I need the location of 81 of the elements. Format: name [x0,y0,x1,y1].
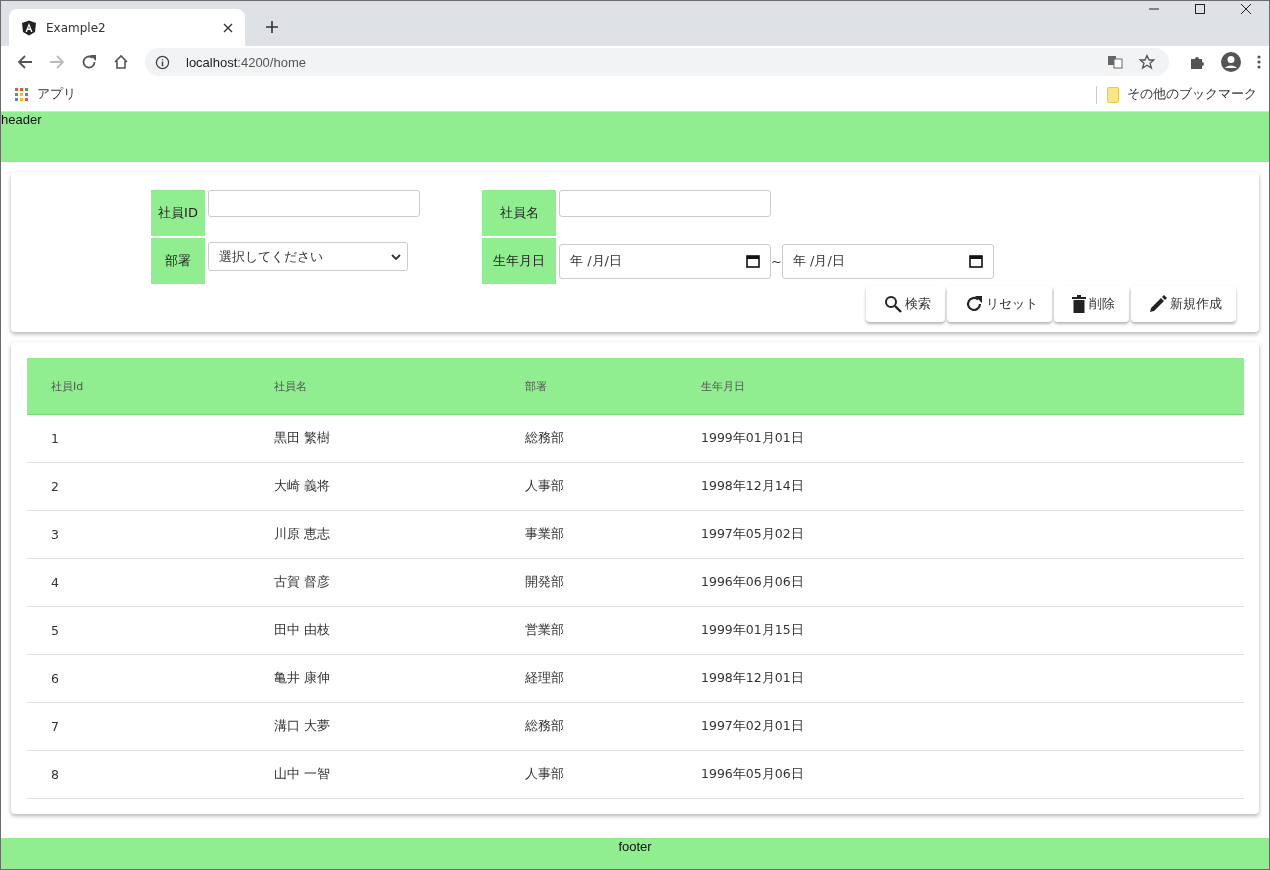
pencil-icon [1149,295,1167,313]
range-separator: ~ [771,253,782,269]
account-icon[interactable] [1221,52,1241,72]
table-cell-text: 経理部 [525,670,565,687]
chevron-icon [391,253,401,260]
home-icon[interactable] [113,54,129,70]
table-cell-text: 人事部 [525,766,565,783]
column-header: 部署 [525,378,548,394]
delete-button[interactable]: 削除 [1054,286,1129,322]
star-icon[interactable] [1139,54,1155,70]
info-icon [155,54,170,70]
table-cell: 1996年05月06日 [701,766,804,783]
browser-tab[interactable]: Example2 [9,9,245,46]
footer-text: footer [618,839,652,856]
close-icon[interactable] [1240,3,1252,15]
table-cell-text: 6 [50,671,60,686]
header-text: header [1,112,42,127]
calendar-icon [968,254,983,268]
new-tab-icon[interactable] [265,20,279,34]
puzzle-icon[interactable] [1189,54,1205,70]
table-cell: 1996年06月06日 [701,574,804,591]
field-label: 社員ID [151,190,205,236]
table-cell-text: 8 [50,767,60,782]
table-cell-text: 開発部 [525,574,565,591]
input-field[interactable] [208,190,420,217]
column-header: 社員名 [274,378,308,394]
table-cell-text: 4 [50,575,60,590]
url-text: localhost:4200/home [186,54,306,70]
close-icon[interactable] [223,22,233,33]
search-icon [884,295,902,313]
reload-icon[interactable] [81,54,97,70]
table-cell-text: 事業部 [525,526,565,543]
apps-grid-icon [15,87,29,102]
table-cell-text: 3 [50,527,60,542]
field-label: 社員名 [482,190,556,236]
back-icon[interactable] [17,54,33,70]
other-bookmarks[interactable]: その他のブックマーク [1107,86,1257,103]
column-header: 生年月日 [701,378,745,394]
table-cell: 1998年12月14日 [701,478,804,495]
tab-title: Example2 [46,20,107,35]
table-cell-text: 総務部 [525,430,565,447]
table-cell-text: 黒田 繁樹 [274,430,331,447]
field-label: 部署 [151,238,205,284]
table-cell-text: 川原 恵志 [274,526,331,543]
table-cell-text: 2 [50,479,60,494]
table-cell-text: 5 [50,623,60,638]
maximize-icon[interactable] [1194,3,1206,15]
table-cell-text: 総務部 [525,718,565,735]
translate-icon[interactable] [1107,54,1123,70]
table-cell-text: 営業部 [525,622,565,639]
search-button[interactable]: 検索 [866,286,945,322]
table-cell-text: 亀井 康伸 [274,670,331,687]
table-cell: 1999年01月15日 [701,622,804,639]
table-cell-text: 1 [50,431,60,446]
address-bar[interactable]: localhost:4200/home [145,48,1169,76]
select-dropdown[interactable]: 選択してください [208,242,408,271]
table-cell: 1997年02月01日 [701,718,804,735]
table-cell-text: 7 [50,719,60,734]
apps-bookmark[interactable]: アプリ [15,86,76,103]
reset-button[interactable]: リセット [947,286,1052,322]
trash-icon [1072,295,1086,313]
create-button[interactable]: 新規作成 [1131,286,1236,322]
table-cell: 1997年05月02日 [701,526,804,543]
table-cell: 1999年01月01日 [701,430,804,447]
calendar-icon [746,254,760,268]
table-cell-text: 人事部 [525,478,565,495]
shield-logo-icon [21,19,37,36]
folder-icon [1107,86,1119,103]
menu-icon[interactable] [1257,54,1261,70]
column-header: 社員Id [50,378,85,394]
table-cell-text: 田中 由枝 [274,622,331,639]
table-cell-text: 山中 一智 [274,766,331,783]
date-field[interactable]: 年 /月/日 [781,243,994,279]
date-field[interactable]: 年 /月/日 [559,243,771,279]
table-cell-text: 溝口 大夢 [274,718,331,735]
input-field[interactable] [559,190,771,217]
table-cell-text: 大崎 義将 [274,478,331,495]
table-cell: 1998年12月01日 [701,670,804,687]
field-label: 生年月日 [482,238,556,284]
refresh-icon [965,295,983,313]
table-cell-text: 古賀 督彦 [274,574,331,591]
